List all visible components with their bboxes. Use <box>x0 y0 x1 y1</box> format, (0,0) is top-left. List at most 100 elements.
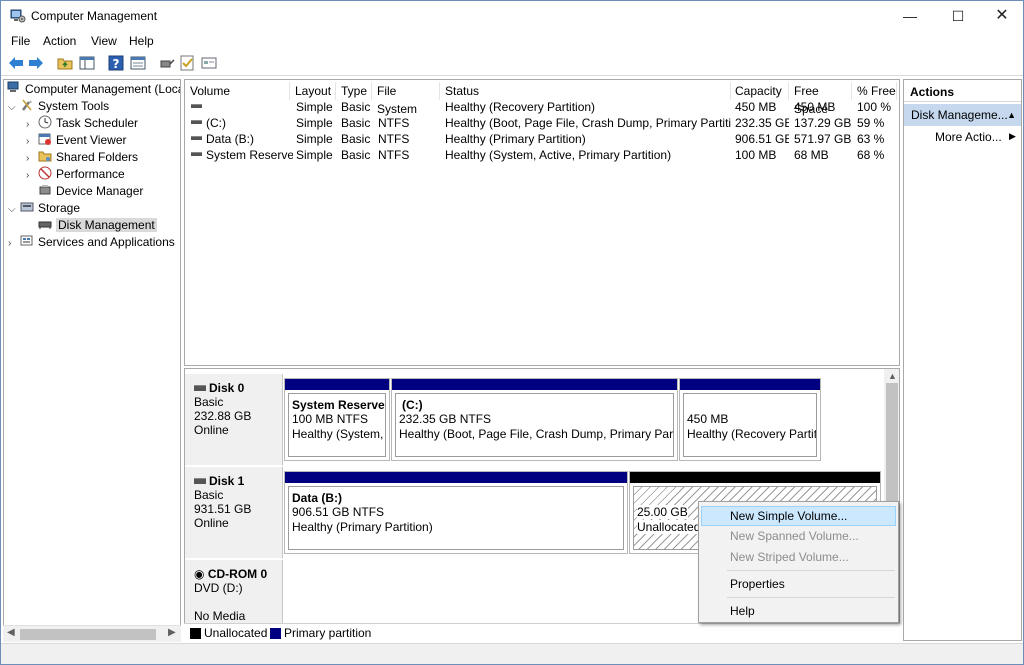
partition-bar <box>285 472 627 483</box>
tree-item-disk-management[interactable]: Disk Management <box>38 217 157 234</box>
scroll-up-arrow-icon[interactable]: ▲ <box>888 371 897 381</box>
tree-item-storage[interactable]: ⌵ Storage <box>8 200 80 217</box>
disk-1-label[interactable]: Disk 1 Basic 931.51 GB Online <box>185 467 283 559</box>
tree-item-computer-management[interactable]: Computer Management (Local <box>7 81 180 98</box>
legend-unallocated: Unallocated <box>204 626 268 640</box>
table-row[interactable]: Data (B:) Simple Basic NTFS Healthy (Pri… <box>185 131 899 147</box>
properties-icon[interactable] <box>129 54 147 72</box>
computer-icon <box>7 81 19 92</box>
help-icon[interactable]: ? <box>107 54 125 72</box>
maximize-button[interactable]: ☐ <box>935 1 981 31</box>
menu-view[interactable]: View <box>91 34 117 48</box>
back-arrow-icon[interactable] <box>7 54 25 72</box>
tree-item-shared-folders[interactable]: › Shared Folders <box>26 149 138 166</box>
menu-file[interactable]: File <box>11 34 30 48</box>
table-row[interactable]: (C:) Simple Basic NTFS Healthy (Boot, Pa… <box>185 115 899 131</box>
toolbar: ? <box>1 51 1023 76</box>
column-header-type[interactable]: Type <box>337 82 372 100</box>
tree-item-task-scheduler[interactable]: › Task Scheduler <box>26 115 138 132</box>
tree-item-services-applications[interactable]: › Services and Applications <box>8 234 175 251</box>
disk-icon <box>194 385 206 391</box>
menu-item-properties[interactable]: Properties <box>701 574 896 594</box>
scrollbar-thumb[interactable] <box>20 629 156 640</box>
tools-icon <box>22 99 32 111</box>
tree-item-device-manager[interactable]: Device Manager <box>38 183 143 200</box>
partition-system-reserved[interactable]: System Reserved 100 MB NTFS Healthy (Sys… <box>284 378 390 461</box>
window-title: Computer Management <box>31 9 158 23</box>
navigation-tree: Computer Management (Local ⌵ System Tools… <box>3 79 181 641</box>
partition-data-b[interactable]: Data (B:) 906.51 GB NTFS Healthy (Primar… <box>284 471 628 554</box>
cdrom-icon: ◉ <box>194 567 205 581</box>
volume-icon <box>191 136 202 140</box>
menu-bar: File Action View Help <box>1 31 1023 51</box>
column-header-file-system[interactable]: File System <box>373 82 440 116</box>
partition-c-drive[interactable]: (C:) 232.35 GB NTFS Healthy (Boot, Page … <box>391 378 678 461</box>
expand-chevron-icon[interactable]: › <box>26 116 38 133</box>
storage-icon <box>20 202 34 212</box>
partition-bar <box>392 379 677 390</box>
actions-section-disk-management[interactable]: Disk Manageme... ▲ <box>904 104 1021 126</box>
partition-bar <box>285 379 389 390</box>
tree-horizontal-scrollbar[interactable]: ◀ ▶ <box>3 625 181 642</box>
shared-folder-icon <box>38 151 52 162</box>
legend-swatch-primary <box>270 628 281 639</box>
menu-item-new-striped-volume[interactable]: New Striped Volume... <box>701 547 896 567</box>
services-icon <box>20 235 33 246</box>
title-bar[interactable]: Computer Management — ☐ ✕ <box>1 1 1023 31</box>
column-header-capacity[interactable]: Capacity <box>731 82 789 100</box>
submenu-arrow-icon: ▶ <box>1009 131 1016 141</box>
computer-management-window: Computer Management — ☐ ✕ File Action Vi… <box>0 0 1024 665</box>
menu-item-help[interactable]: Help <box>701 601 896 621</box>
device-manager-icon <box>39 185 51 195</box>
close-button[interactable]: ✕ <box>979 1 1024 31</box>
connect-icon[interactable] <box>158 54 176 72</box>
menu-help[interactable]: Help <box>129 34 154 48</box>
tree-item-event-viewer[interactable]: › Event Viewer <box>26 132 126 149</box>
minimize-button[interactable]: — <box>887 1 933 31</box>
expand-chevron-icon[interactable]: › <box>26 167 38 184</box>
volume-icon <box>191 152 202 156</box>
computer-management-icon <box>10 9 26 23</box>
menu-action[interactable]: Action <box>43 34 76 48</box>
scroll-left-arrow-icon[interactable]: ◀ <box>7 627 15 638</box>
expand-chevron-icon[interactable]: › <box>8 235 20 252</box>
show-hide-tree-icon[interactable] <box>78 54 96 72</box>
table-row[interactable]: System Reserved Simple Basic NTFS Health… <box>185 147 899 163</box>
svg-text:?: ? <box>113 57 120 71</box>
menu-separator <box>727 570 895 571</box>
column-header-layout[interactable]: Layout <box>291 82 336 100</box>
column-header-status[interactable]: Status <box>441 82 731 100</box>
collapse-chevron-icon[interactable]: ⌵ <box>8 201 20 218</box>
partition-recovery[interactable]: 450 MB Healthy (Recovery Partitio <box>679 378 821 461</box>
event-viewer-icon <box>38 133 51 145</box>
volume-icon <box>191 104 202 108</box>
expand-chevron-icon[interactable]: › <box>26 150 38 167</box>
forward-arrow-icon[interactable] <box>27 54 45 72</box>
console-icon[interactable] <box>200 54 218 72</box>
scroll-right-arrow-icon[interactable]: ▶ <box>168 627 176 638</box>
menu-item-new-simple-volume[interactable]: New Simple Volume... <box>701 506 896 526</box>
tree-item-system-tools[interactable]: ⌵ System Tools <box>8 98 109 115</box>
actions-header: Actions <box>904 82 1021 102</box>
status-bar <box>1 643 1023 664</box>
expand-chevron-icon[interactable]: › <box>26 133 38 150</box>
volume-icon <box>191 120 202 124</box>
column-header-volume[interactable]: Volume <box>186 82 290 100</box>
legend-swatch-unallocated <box>190 628 201 639</box>
column-header-free-space[interactable]: Free Space <box>790 82 852 116</box>
context-menu: New Simple Volume... New Spanned Volume.… <box>698 501 899 623</box>
up-folder-icon[interactable] <box>56 54 74 72</box>
table-row[interactable]: Simple Basic Healthy (Recovery Partition… <box>185 99 899 115</box>
column-header-percent-free[interactable]: % Free <box>853 82 897 100</box>
menu-separator <box>727 597 895 598</box>
checklist-icon[interactable] <box>178 54 196 72</box>
disk-0-label[interactable]: Disk 0 Basic 232.88 GB Online <box>185 374 283 466</box>
more-actions-link[interactable]: More Actio... <box>935 130 1002 144</box>
menu-item-new-spanned-volume[interactable]: New Spanned Volume... <box>701 526 896 546</box>
collapse-triangle-icon[interactable]: ▲ <box>1007 104 1016 126</box>
tree-item-performance[interactable]: › Performance <box>26 166 125 183</box>
clock-icon <box>38 115 52 129</box>
legend-primary-partition: Primary partition <box>284 626 372 640</box>
collapse-chevron-icon[interactable]: ⌵ <box>8 99 20 116</box>
performance-icon <box>38 166 52 180</box>
